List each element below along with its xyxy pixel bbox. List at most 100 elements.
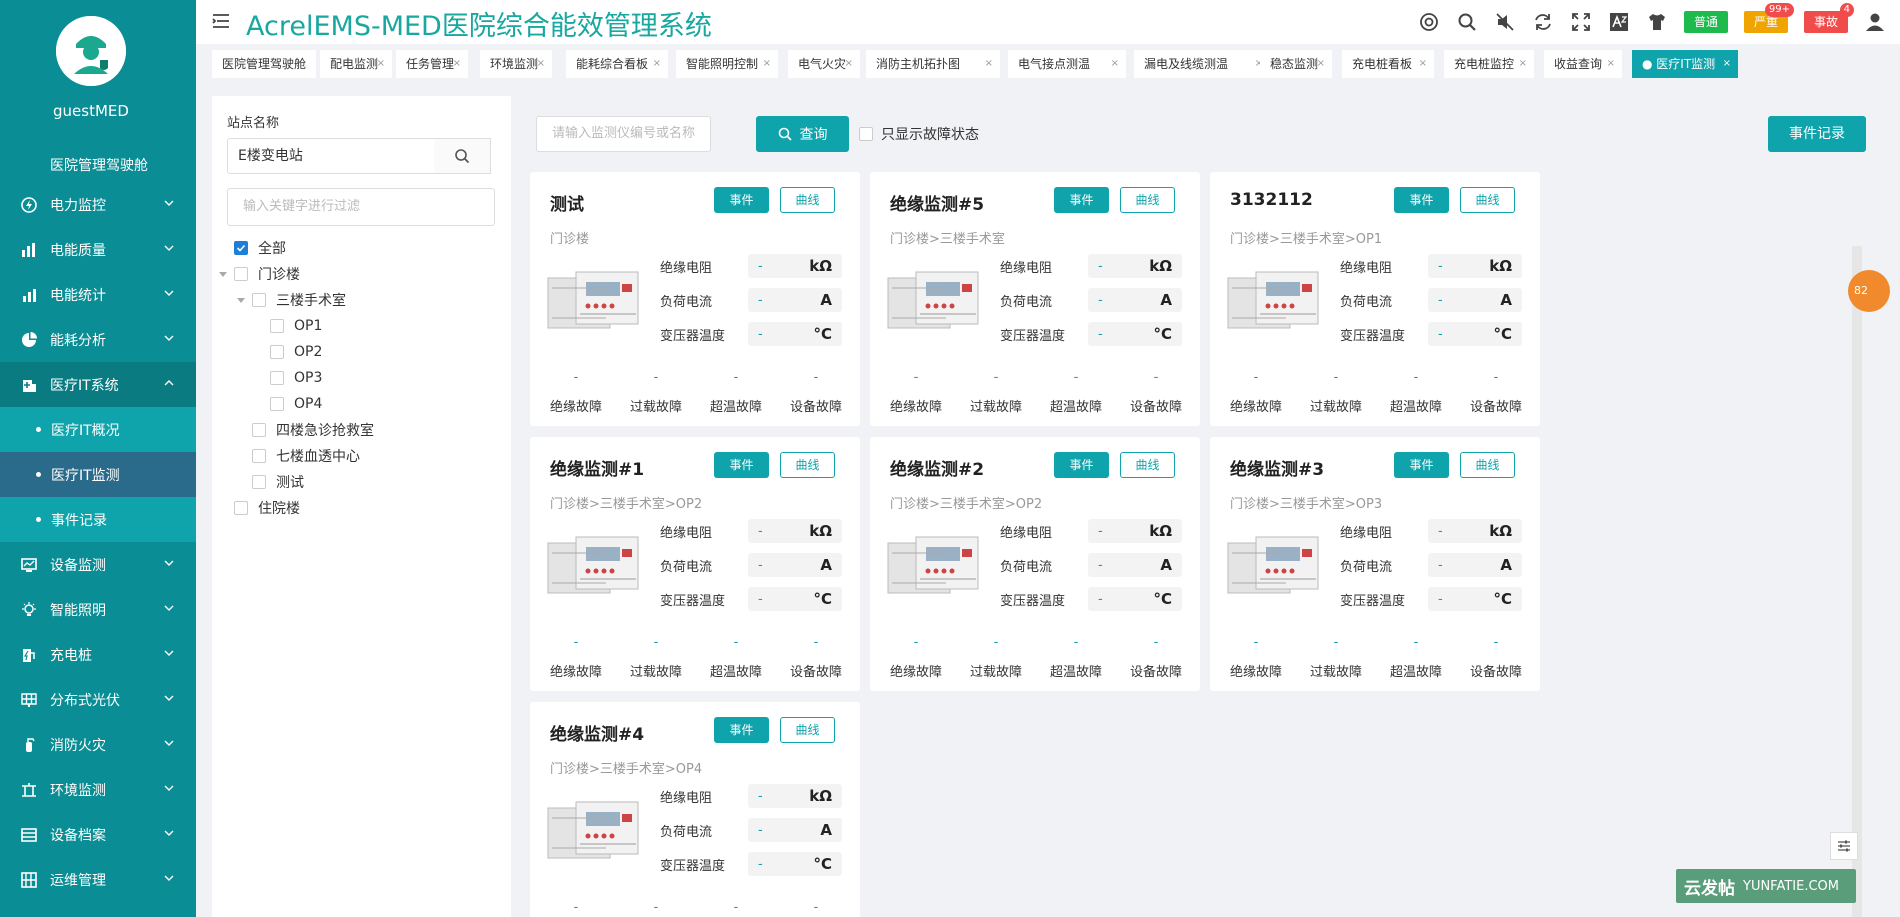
- close-icon[interactable]: ×: [1519, 50, 1527, 78]
- submenu-item-it-overview[interactable]: 医疗IT概况: [0, 407, 196, 452]
- sidebar-item-energy-analysis[interactable]: 能耗分析: [0, 317, 196, 362]
- checkbox-icon[interactable]: [270, 319, 284, 333]
- menu-toggle-icon[interactable]: [212, 13, 230, 29]
- event-button[interactable]: 事件: [1054, 187, 1109, 213]
- tree-node-op4[interactable]: OP4: [270, 392, 322, 416]
- close-icon[interactable]: ×: [1723, 50, 1731, 78]
- sidebar-item-solar[interactable]: 分布式光伏: [0, 677, 196, 722]
- close-icon[interactable]: ×: [377, 50, 385, 78]
- curve-button[interactable]: 曲线: [780, 717, 835, 743]
- user-icon[interactable]: [1864, 11, 1886, 33]
- refresh-icon[interactable]: [1532, 11, 1554, 33]
- curve-button[interactable]: 曲线: [1120, 187, 1175, 213]
- tree-node-test[interactable]: 测试: [252, 470, 304, 494]
- fullscreen-icon[interactable]: [1570, 11, 1592, 33]
- search-icon[interactable]: [1456, 11, 1478, 33]
- sidebar-item-device-archive[interactable]: 设备档案: [0, 812, 196, 857]
- tab-charging-board[interactable]: 充电桩看板 ×: [1342, 50, 1434, 78]
- tree-node-inpatient[interactable]: 住院楼: [234, 496, 300, 520]
- mute-icon[interactable]: [1494, 11, 1516, 33]
- curve-button[interactable]: 曲线: [780, 187, 835, 213]
- close-icon[interactable]: ×: [845, 50, 853, 78]
- close-icon[interactable]: ×: [1419, 50, 1427, 78]
- close-icon[interactable]: ×: [763, 50, 771, 78]
- theme-shirt-icon[interactable]: [1646, 11, 1668, 33]
- checkbox-icon[interactable]: [270, 345, 284, 359]
- sidebar-item-maintenance[interactable]: 运维管理: [0, 857, 196, 902]
- close-icon[interactable]: ×: [1111, 50, 1119, 78]
- tree-node-outpatient[interactable]: 门诊楼: [218, 262, 300, 286]
- close-icon[interactable]: ×: [985, 50, 993, 78]
- checkbox-icon[interactable]: [270, 371, 284, 385]
- tree-node-or-floor3[interactable]: 三楼手术室: [236, 288, 346, 312]
- event-log-button[interactable]: 事件记录: [1768, 116, 1866, 152]
- help-lifebuoy-icon[interactable]: [1418, 11, 1440, 33]
- sidebar-item-medical-it[interactable]: 医疗IT系统: [0, 362, 196, 407]
- tree-node-all[interactable]: 全部: [234, 236, 286, 260]
- sidebar-item-dashboard[interactable]: 医院管理驾驶舱: [0, 146, 196, 186]
- submenu-item-it-monitor[interactable]: 医疗IT监测: [0, 452, 196, 497]
- checkbox-icon[interactable]: [252, 423, 266, 437]
- query-button[interactable]: 查询: [756, 116, 849, 152]
- event-button[interactable]: 事件: [714, 187, 769, 213]
- curve-button[interactable]: 曲线: [1460, 187, 1515, 213]
- fault-only-toggle[interactable]: 只显示故障状态: [859, 124, 979, 144]
- avatar[interactable]: [56, 16, 126, 86]
- alarm-badge-normal[interactable]: 普通: [1683, 11, 1728, 33]
- event-button[interactable]: 事件: [1394, 187, 1449, 213]
- sidebar-item-environment[interactable]: 环境监测: [0, 767, 196, 812]
- sidebar-item-charging[interactable]: 充电桩: [0, 632, 196, 677]
- tab-tasks[interactable]: 任务管理 ×: [396, 50, 468, 78]
- scrollbar[interactable]: [1852, 246, 1862, 917]
- close-icon[interactable]: ×: [1317, 50, 1325, 78]
- tab-charging-monitor[interactable]: 充电桩监控 ×: [1444, 50, 1534, 78]
- close-icon[interactable]: ×: [537, 50, 545, 78]
- submenu-item-event-log[interactable]: 事件记录: [0, 497, 196, 542]
- checkbox-icon[interactable]: [252, 449, 266, 463]
- settings-sliders-icon[interactable]: [1830, 832, 1858, 860]
- event-button[interactable]: 事件: [1394, 452, 1449, 478]
- sidebar-item-power-monitor[interactable]: 电力监控: [0, 182, 196, 227]
- checkbox-icon[interactable]: [234, 501, 248, 515]
- tab-environment[interactable]: 环境监测 ×: [480, 50, 552, 78]
- tab-leakage-temp[interactable]: 漏电及线缆测温 ×: [1134, 50, 1270, 78]
- monitor-search-input[interactable]: 请输入监测仪编号或名称: [536, 116, 711, 152]
- tree-node-emergency[interactable]: 四楼急诊抢救室: [252, 418, 374, 442]
- curve-button[interactable]: 曲线: [1460, 452, 1515, 478]
- close-icon[interactable]: ×: [653, 50, 661, 78]
- tree-node-dialysis[interactable]: 七楼血透中心: [252, 444, 360, 468]
- sidebar-item-energy-stats[interactable]: 电能统计: [0, 272, 196, 317]
- event-button[interactable]: 事件: [714, 452, 769, 478]
- tab-distribution[interactable]: 配电监测 ×: [320, 50, 392, 78]
- tab-dashboard[interactable]: 医院管理驾驶舱: [212, 50, 316, 78]
- tree-node-op2[interactable]: OP2: [270, 340, 322, 364]
- tab-electrical-fire[interactable]: 电气火灾 ×: [788, 50, 860, 78]
- tab-energy-board[interactable]: 能耗综合看板 ×: [566, 50, 668, 78]
- checkbox-icon[interactable]: [234, 267, 248, 281]
- tab-lighting[interactable]: 智能照明控制 ×: [676, 50, 778, 78]
- tab-fire-topology[interactable]: 消防主机拓扑图 ×: [866, 50, 1000, 78]
- event-button[interactable]: 事件: [714, 717, 769, 743]
- checkbox-icon[interactable]: [859, 127, 873, 141]
- alarm-badge-accident[interactable]: 事故 4: [1803, 3, 1854, 33]
- curve-button[interactable]: 曲线: [780, 452, 835, 478]
- tab-contact-temp[interactable]: 电气接点测温 ×: [1008, 50, 1126, 78]
- tree-node-op3[interactable]: OP3: [270, 366, 322, 390]
- checkbox-icon[interactable]: [270, 397, 284, 411]
- tab-steady-state[interactable]: 稳态监测 ×: [1260, 50, 1332, 78]
- caret-down-icon[interactable]: [236, 295, 246, 305]
- curve-button[interactable]: 曲线: [1120, 452, 1175, 478]
- font-size-icon[interactable]: [1608, 11, 1630, 33]
- checkbox-icon[interactable]: [252, 475, 266, 489]
- sidebar-item-device-monitor[interactable]: 设备监测: [0, 542, 196, 587]
- event-button[interactable]: 事件: [1054, 452, 1109, 478]
- caret-down-icon[interactable]: [218, 269, 228, 279]
- floating-badge[interactable]: 82: [1848, 270, 1890, 312]
- close-icon[interactable]: ×: [1607, 50, 1615, 78]
- sidebar-item-fire[interactable]: 消防火灾: [0, 722, 196, 767]
- checkbox-icon[interactable]: [252, 293, 266, 307]
- tab-revenue[interactable]: 收益查询 ×: [1544, 50, 1622, 78]
- tree-node-op1[interactable]: OP1: [270, 314, 322, 338]
- sidebar-item-power-quality[interactable]: 电能质量: [0, 227, 196, 272]
- tab-medical-it-monitor[interactable]: ● 医疗IT监测 ×: [1632, 50, 1738, 78]
